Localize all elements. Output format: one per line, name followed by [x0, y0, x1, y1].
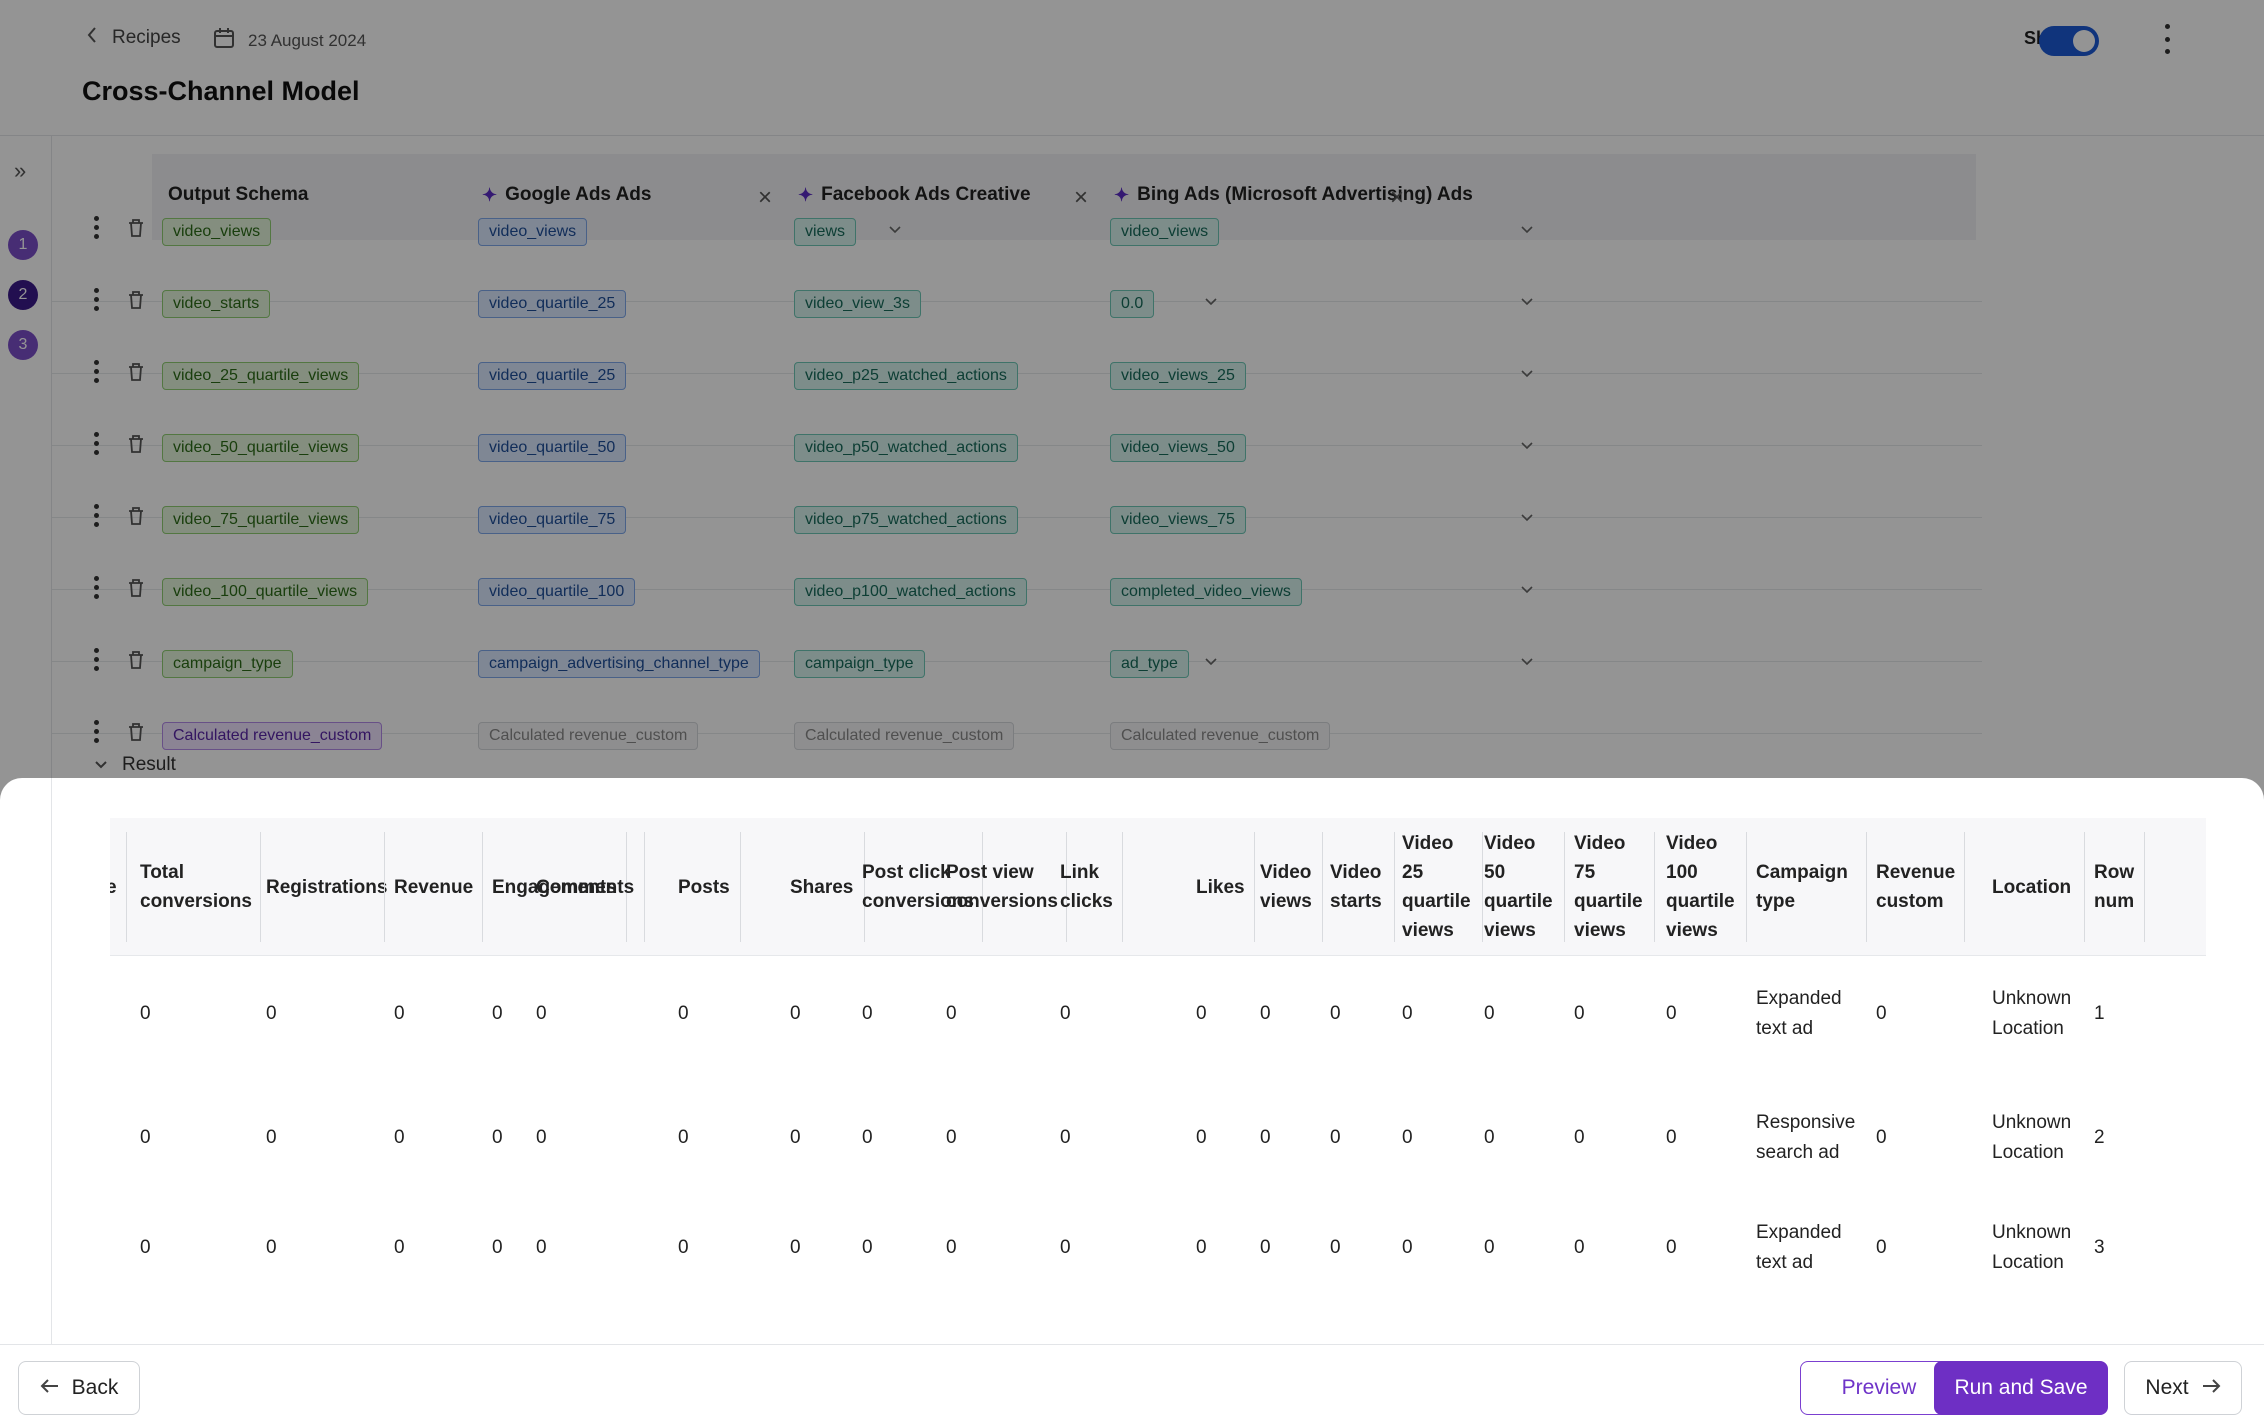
- column-header[interactable]: Video starts: [1320, 818, 1394, 956]
- column-header[interactable]: Video 100 quartile views: [1656, 818, 1746, 956]
- column-header[interactable]: Video views: [1250, 818, 1322, 956]
- table-cell: 0: [1876, 1003, 1887, 1024]
- table-cell: 0: [394, 1237, 405, 1258]
- table-cell: 0: [1330, 1237, 1341, 1258]
- table-cell: 0: [1060, 1237, 1071, 1258]
- table-cell: 0: [394, 1127, 405, 1148]
- column-header[interactable]: Posts: [668, 818, 740, 956]
- table-cell: 2: [2094, 1127, 2105, 1148]
- column-divider: [644, 832, 645, 942]
- table-cell: 0: [1260, 1237, 1271, 1258]
- table-cell: 0: [536, 1127, 547, 1148]
- table-cell: 0: [678, 1237, 689, 1258]
- table-cell: 0: [1060, 1127, 1071, 1148]
- table-cell: 0: [1574, 1127, 1585, 1148]
- table-cell: 0: [266, 1003, 277, 1024]
- next-button[interactable]: Next: [2124, 1361, 2242, 1415]
- column-divider: [2144, 832, 2145, 942]
- table-cell: 0: [946, 1237, 957, 1258]
- column-divider: [1654, 832, 1655, 942]
- next-button-label: Next: [2145, 1376, 2189, 1399]
- column-header[interactable]: Revenue custom: [1866, 818, 1964, 956]
- results-table: e Total conversions Registrations Revenue En…: [110, 818, 2206, 1344]
- table-cell: 0: [1402, 1237, 1413, 1258]
- column-header[interactable]: Video 50 quartile views: [1474, 818, 1564, 956]
- table-cell: 0: [1260, 1003, 1271, 1024]
- column-header[interactable]: Likes: [1186, 818, 1254, 956]
- column-header[interactable]: Video 25 quartile views: [1392, 818, 1482, 956]
- table-cell: 0: [678, 1003, 689, 1024]
- column-header[interactable]: Total conversions: [130, 818, 260, 956]
- table-cell: 1: [2094, 1003, 2105, 1024]
- table-cell: 0: [1402, 1127, 1413, 1148]
- column-header[interactable]: Registrations: [256, 818, 387, 956]
- table-cell: 0: [1330, 1003, 1341, 1024]
- arrow-left-icon: [40, 1376, 60, 1400]
- table-cell: 0: [536, 1003, 547, 1024]
- results-panel: e Total conversions Registrations Revenue En…: [0, 778, 2264, 1426]
- column-header-partial: e: [110, 876, 117, 898]
- run-and-save-button[interactable]: Run and Save: [1934, 1361, 2108, 1415]
- table-cell: Responsive search ad: [1756, 1112, 1856, 1163]
- column-divider: [1122, 832, 1123, 942]
- table-cell: 0: [394, 1003, 405, 1024]
- run-button-label: Run and Save: [1954, 1376, 2088, 1399]
- table-cell: Expanded text ad: [1756, 988, 1842, 1039]
- table-cell: 0: [1060, 1003, 1071, 1024]
- table-cell: 0: [1330, 1127, 1341, 1148]
- table-cell: Unknown Location: [1992, 1222, 2072, 1273]
- table-cell: 0: [1574, 1003, 1585, 1024]
- column-header[interactable]: Comments: [526, 818, 644, 956]
- table-cell: 0: [1666, 1127, 1677, 1148]
- table-cell: 0: [946, 1127, 957, 1148]
- table-cell: 0: [1574, 1237, 1585, 1258]
- table-cell: 0: [140, 1237, 151, 1258]
- arrow-right-icon: [2201, 1376, 2221, 1400]
- table-cell: 0: [266, 1237, 277, 1258]
- back-button[interactable]: Back: [18, 1361, 140, 1415]
- table-cell: Unknown Location: [1992, 988, 2072, 1039]
- table-cell: 0: [1196, 1237, 1207, 1258]
- table-cell: 0: [678, 1127, 689, 1148]
- table-cell: 0: [1484, 1127, 1495, 1148]
- column-header[interactable]: Campaign type: [1746, 818, 1866, 956]
- column-header[interactable]: Post view conversions: [936, 818, 1066, 956]
- table-cell: 0: [266, 1127, 277, 1148]
- column-header[interactable]: Link clicks: [1050, 818, 1122, 956]
- table-cell: 0: [1876, 1237, 1887, 1258]
- table-cell: 0: [946, 1003, 957, 1024]
- column-divider: [1964, 832, 1965, 942]
- table-cell: 0: [1196, 1003, 1207, 1024]
- table-cell: Expanded text ad: [1756, 1222, 1842, 1273]
- table-cell: 0: [140, 1127, 151, 1148]
- preview-button-label: Preview: [1841, 1376, 1917, 1399]
- table-cell: 0: [140, 1003, 151, 1024]
- table-cell: 0: [536, 1237, 547, 1258]
- panel-footer: Back Preview Run and Save Next: [0, 1344, 2264, 1426]
- column-divider: [740, 832, 741, 942]
- back-button-label: Back: [71, 1376, 119, 1399]
- column-divider: [126, 832, 127, 942]
- column-header[interactable]: Video 75 quartile views: [1564, 818, 1654, 956]
- table-cell: 0: [1196, 1127, 1207, 1148]
- table-cell: 3: [2094, 1237, 2105, 1258]
- column-header[interactable]: Revenue: [384, 818, 482, 956]
- table-cell: 0: [1484, 1237, 1495, 1258]
- table-cell: 0: [1484, 1003, 1495, 1024]
- column-header[interactable]: Row num: [2084, 818, 2144, 956]
- table-cell: 0: [1666, 1003, 1677, 1024]
- table-cell: Unknown Location: [1992, 1112, 2072, 1163]
- table-cell: 0: [1666, 1237, 1677, 1258]
- table-cell: 0: [1260, 1127, 1271, 1148]
- panel-rail: [0, 778, 52, 1344]
- results-table-header: e Total conversions Registrations Revenue En…: [110, 818, 2206, 956]
- table-cell: 0: [1876, 1127, 1887, 1148]
- table-cell: 0: [1402, 1003, 1413, 1024]
- column-header[interactable]: Location: [1982, 818, 2084, 956]
